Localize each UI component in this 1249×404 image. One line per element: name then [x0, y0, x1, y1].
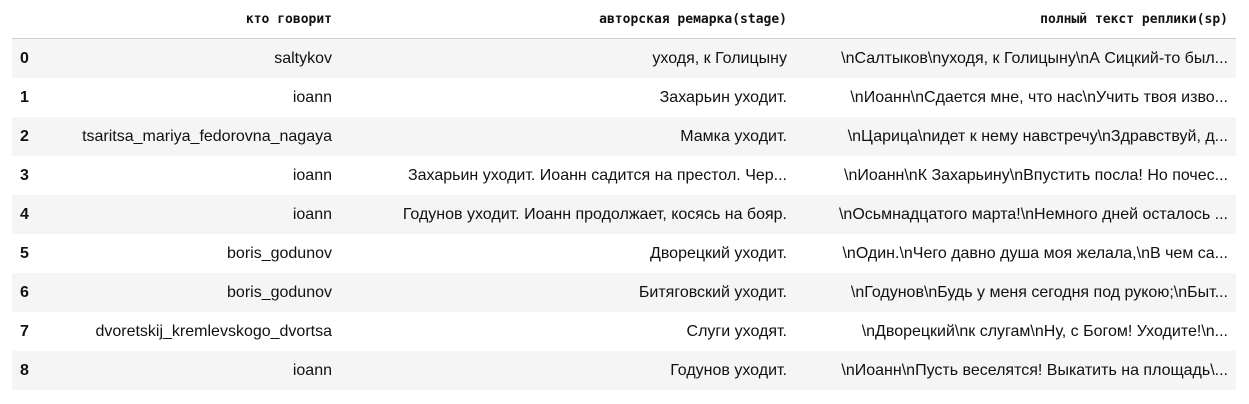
dataframe-table: кто говорит авторская ремарка(stage) пол… — [12, 0, 1236, 390]
cell-speaker: ioann — [292, 361, 332, 379]
row-index: 8 — [20, 361, 29, 379]
cell-stage: Захарьин уходит. Иоанн садится на престо… — [407, 166, 787, 184]
row-index: 5 — [20, 244, 29, 262]
row-index: 0 — [20, 49, 29, 67]
cell-stage: Битяговский уходит. — [638, 283, 787, 301]
cell-speaker: boris_godunov — [227, 244, 332, 262]
table-header: кто говорит авторская ремарка(stage) пол… — [12, 0, 1236, 39]
cell-text: \nИоанн\nК Захарьину\nВпустить посла! Но… — [844, 166, 1228, 184]
cell-stage: Слуги уходят. — [686, 322, 787, 340]
header-index — [12, 0, 42, 39]
cell-stage: Дворецкий уходит. — [650, 244, 787, 262]
cell-text: \nЦарица\nидет к нему навстречу\nЗдравст… — [847, 127, 1228, 145]
cell-text: \nДворецкий\nк слугам\nНу, с Богом! Уход… — [861, 322, 1228, 340]
cell-speaker: saltykov — [274, 49, 332, 67]
table-row: 6 boris_godunov Битяговский уходит. \nГо… — [12, 273, 1236, 312]
cell-text: \nОдин.\nЧего давно душа моя желала,\nВ … — [842, 244, 1228, 262]
header-speaker: кто говорит — [42, 0, 340, 39]
cell-stage: Захарьин уходит. — [659, 88, 787, 106]
table-row: 3 ioann Захарьин уходит. Иоанн садится н… — [12, 156, 1236, 195]
cell-speaker: tsaritsa_mariya_fedorovna_nagaya — [82, 127, 332, 145]
table-row: 4 ioann Годунов уходит. Иоанн продолжает… — [12, 195, 1236, 234]
cell-speaker: ioann — [292, 205, 332, 223]
header-row: кто говорит авторская ремарка(stage) пол… — [12, 0, 1236, 39]
table-row: 2 tsaritsa_mariya_fedorovna_nagaya Мамка… — [12, 117, 1236, 156]
cell-text: \nГодунов\nБудь у меня сегодня под рукою… — [850, 283, 1228, 301]
row-index: 7 — [20, 322, 29, 340]
cell-stage: Годунов уходит. — [670, 361, 787, 379]
cell-speaker: dvoretskij_kremlevskogo_dvortsa — [95, 322, 332, 340]
row-index: 4 — [20, 205, 29, 223]
row-index: 1 — [20, 88, 29, 106]
cell-text: \nИоанн\nПусть веселятся! Выкатить на пл… — [841, 361, 1228, 379]
cell-text: \nСалтыков\nуходя, к Голицыну\nА Сицкий-… — [841, 49, 1228, 67]
cell-speaker: ioann — [292, 166, 332, 184]
cell-speaker: ioann — [292, 88, 332, 106]
table-body: 0 saltykov уходя, к Голицыну \nСалтыков\… — [12, 38, 1236, 390]
row-index: 2 — [20, 127, 29, 145]
table-row: 0 saltykov уходя, к Голицыну \nСалтыков\… — [12, 38, 1236, 78]
row-index: 6 — [20, 283, 29, 301]
cell-stage: Мамка уходит. — [680, 127, 787, 145]
row-index: 3 — [20, 166, 29, 184]
header-text: полный текст реплики(sp) — [795, 0, 1236, 39]
table-row: 1 ioann Захарьин уходит. \nИоанн\nСдаетс… — [12, 78, 1236, 117]
table-row: 7 dvoretskij_kremlevskogo_dvortsa Слуги … — [12, 312, 1236, 351]
header-stage: авторская ремарка(stage) — [340, 0, 795, 39]
cell-stage: Годунов уходит. Иоанн продолжает, косясь… — [402, 205, 787, 223]
cell-text: \nОсьмнадцатого марта!\nНемного дней ост… — [838, 205, 1228, 223]
table-row: 5 boris_godunov Дворецкий уходит. \nОдин… — [12, 234, 1236, 273]
cell-stage: уходя, к Голицыну — [652, 49, 787, 67]
table-row: 8 ioann Годунов уходит. \nИоанн\nПусть в… — [12, 351, 1236, 390]
cell-text: \nИоанн\nСдается мне, что нас\nУчить тво… — [850, 88, 1228, 106]
cell-speaker: boris_godunov — [227, 283, 332, 301]
